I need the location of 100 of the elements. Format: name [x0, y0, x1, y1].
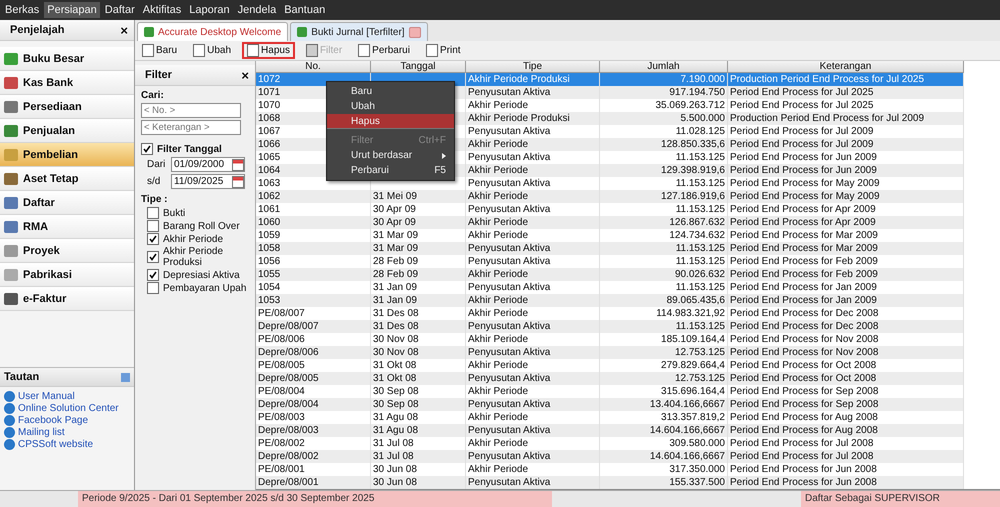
link[interactable]: User Manual: [18, 391, 75, 402]
table-row[interactable]: PE/08/007 31 Des 08 Akhir Periode 114.983.321,92 Period End Process for Dec 2008: [256, 307, 964, 320]
table-row[interactable]: Depre/08/005 31 Okt 08 Penyusutan Aktiva 12.753.125 Period End Process for Oct 2008: [256, 372, 964, 385]
toolbar-button[interactable]: Print: [420, 42, 466, 59]
toolbar-button[interactable]: Hapus: [242, 42, 295, 59]
table-cell: 30 Jun 08: [371, 476, 466, 489]
link[interactable]: Facebook Page: [18, 415, 88, 426]
table-row[interactable]: 1059 31 Mar 09 Akhir Periode 124.734.632 Period End Process for Mar 2009: [256, 229, 964, 242]
search-field[interactable]: < Keterangan >: [141, 120, 241, 135]
menu-item[interactable]: Bantuan: [281, 2, 328, 18]
date-field[interactable]: 11/09/2025: [171, 174, 245, 189]
close-button[interactable]: ×: [241, 68, 249, 82]
filter-title: Filter: [145, 69, 172, 81]
nav-item[interactable]: Pabrikasi: [0, 263, 134, 287]
checkbox-label: Barang Roll Over: [163, 220, 240, 232]
checkbox[interactable]: [147, 207, 159, 219]
menu-item[interactable]: Berkas: [2, 2, 42, 18]
table-row[interactable]: 1058 31 Mar 09 Penyusutan Aktiva 11.153.125 Period End Process for Mar 2009: [256, 242, 964, 255]
calendar-icon[interactable]: [232, 158, 244, 170]
table-cell: Period End Process for Jun 2008: [728, 476, 964, 489]
links-title: Tautan: [4, 371, 40, 383]
to-label: s/d: [147, 176, 162, 187]
checkbox[interactable]: [147, 251, 159, 263]
menu-item[interactable]: Aktifitas: [140, 2, 184, 18]
checkbox-label: Depresiasi Aktiva: [163, 270, 240, 280]
nav-item[interactable]: Proyek: [0, 239, 134, 263]
tab[interactable]: Bukti Jurnal [Terfilter]: [290, 22, 428, 41]
table-row[interactable]: 1056 28 Feb 09 Penyusutan Aktiva 11.153.125 Period End Process for Feb 2009: [256, 255, 964, 268]
column-header[interactable]: Keterangan: [728, 61, 964, 73]
nav-item[interactable]: Buku Besar: [0, 47, 134, 71]
table-row[interactable]: Depre/08/007 31 Des 08 Penyusutan Aktiva 11.153.125 Period End Process for Dec 2008: [256, 320, 964, 333]
table-row[interactable]: 1053 31 Jan 09 Akhir Periode 89.065.435,6 Period End Process for Jan 2009: [256, 294, 964, 307]
table-row[interactable]: Depre/08/004 30 Sep 08 Penyusutan Aktiva 13.404.166,6667 Period End Process for Sep 2008: [256, 398, 964, 411]
table-row[interactable]: PE/08/006 30 Nov 08 Akhir Periode 185.109.164,4 Period End Process for Nov 2008: [256, 333, 964, 346]
nav-item[interactable]: Penjualan: [0, 119, 134, 143]
menu-item[interactable]: Persiapan: [44, 2, 100, 18]
menu-item-label: Filter: [351, 135, 374, 146]
checkbox-label: Pembayaran Upah: [163, 282, 246, 294]
explorer-title: Penjelajah: [10, 24, 64, 36]
table-row[interactable]: PE/08/002 31 Jul 08 Akhir Periode 309.580.000 Period End Process for Jul 2008: [256, 437, 964, 450]
table-row[interactable]: Depre/08/001 30 Jun 08 Penyusutan Aktiva 155.337.500 Period End Process for Jun 2008: [256, 476, 964, 489]
type-label: Tipe :: [141, 194, 168, 205]
table-row[interactable]: PE/08/004 30 Sep 08 Akhir Periode 315.696.164,4 Period End Process for Sep 2008: [256, 385, 964, 398]
table-row[interactable]: 1061 30 Apr 09 Penyusutan Aktiva 11.153.125 Period End Process for Apr 2009: [256, 203, 964, 216]
link[interactable]: CPSSoft website: [18, 439, 94, 450]
toolbar-button[interactable]: Baru: [137, 42, 182, 59]
column-header[interactable]: Tanggal: [371, 61, 466, 73]
column-header[interactable]: No.: [256, 61, 371, 73]
calendar-icon[interactable]: [232, 176, 244, 188]
checkbox[interactable]: [147, 220, 159, 232]
status-user: Daftar Sebagai SUPERVISOR: [801, 491, 1000, 507]
toolbar-button[interactable]: Perbarui: [353, 42, 415, 59]
table-row[interactable]: PE/08/003 31 Agu 08 Akhir Periode 313.357.819,2 Period End Process for Aug 2008: [256, 411, 964, 424]
from-label: Dari: [147, 159, 166, 170]
table-row[interactable]: PE/08/001 30 Jun 08 Akhir Periode 317.350.000 Period End Process for Jun 2008: [256, 463, 964, 476]
column-header[interactable]: Jumlah: [600, 61, 728, 73]
table-row[interactable]: 1062 31 Mei 09 Akhir Periode 127.186.919,6 Period End Process for May 2009: [256, 190, 964, 203]
nav-item[interactable]: Daftar: [0, 191, 134, 215]
nav-item[interactable]: RMA: [0, 215, 134, 239]
toolbar-button[interactable]: Ubah: [188, 42, 236, 59]
nav-item[interactable]: Aset Tetap: [0, 167, 134, 191]
table-row[interactable]: 1060 30 Apr 09 Akhir Periode 126.867.632 Period End Process for Apr 2009: [256, 216, 964, 229]
close-button[interactable]: ×: [120, 22, 128, 38]
column-header[interactable]: Tipe: [466, 61, 600, 73]
menu-item[interactable]: Laporan: [186, 2, 233, 18]
menu-item[interactable]: Jendela: [234, 2, 280, 18]
table-cell: Depre/08/001: [256, 476, 371, 489]
nav-item[interactable]: Pembelian: [0, 143, 134, 167]
shortcut: Ctrl+F: [418, 135, 446, 146]
nav-item[interactable]: e-Faktur: [0, 287, 134, 311]
table-row[interactable]: Depre/08/003 31 Agu 08 Penyusutan Aktiva 14.604.166,6667 Period End Process for Aug 2008: [256, 424, 964, 437]
link[interactable]: Mailing list: [18, 427, 65, 438]
table-row[interactable]: 1055 28 Feb 09 Akhir Periode 90.026.632 Period End Process for Feb 2009: [256, 268, 964, 281]
date-filter-label: Filter Tanggal: [157, 144, 222, 154]
table-row[interactable]: 1063 Penyusutan Aktiva 11.153.125 Period End Process for May 2009: [256, 177, 964, 190]
menu-item[interactable]: Daftar: [102, 2, 138, 18]
status-period: Periode 9/2025 - Dari 01 September 2025 s/d 30 September 2025: [78, 491, 552, 507]
checkbox-label: Bukti: [163, 208, 186, 218]
date-field[interactable]: 01/09/2000: [171, 157, 245, 172]
tab[interactable]: Accurate Desktop Welcome: [137, 22, 288, 41]
table-row[interactable]: Depre/08/002 31 Jul 08 Penyusutan Aktiva 14.604.166,6667 Period End Process for Jul 2008: [256, 450, 964, 463]
checkbox-label: Akhir Periode Produksi: [163, 246, 224, 268]
checkbox[interactable]: [147, 269, 159, 281]
nav-item[interactable]: Persediaan: [0, 95, 134, 119]
table-row[interactable]: Depre/08/006 30 Nov 08 Penyusutan Aktiva 12.753.125 Period End Process for Nov 2008: [256, 346, 964, 359]
table-row[interactable]: 1054 31 Jan 09 Penyusutan Aktiva 11.153.125 Period End Process for Jan 2009: [256, 281, 964, 294]
checkbox[interactable]: [147, 233, 159, 245]
shortcut: F5: [434, 165, 446, 176]
search-field[interactable]: < No. >: [141, 103, 241, 118]
checkbox[interactable]: [147, 282, 159, 294]
table-row[interactable]: PE/08/005 31 Okt 08 Akhir Periode 279.829.664,4 Period End Process for Oct 2008: [256, 359, 964, 372]
link[interactable]: Online Solution Center: [18, 403, 119, 414]
table-cell: 155.337.500: [600, 476, 728, 489]
menu-item-label: Baru: [351, 86, 372, 97]
checkbox[interactable]: [141, 143, 153, 155]
checkbox-label: Akhir Periode: [163, 234, 224, 244]
table-cell: Penyusutan Aktiva: [466, 476, 600, 489]
menu-item[interactable]: Hapus: [327, 114, 454, 133]
nav-item[interactable]: Kas Bank: [0, 71, 134, 95]
table-row[interactable]: 1072 Akhir Periode Produksi 7.190.000 Production Period End Process for Jul 2025: [256, 73, 964, 86]
